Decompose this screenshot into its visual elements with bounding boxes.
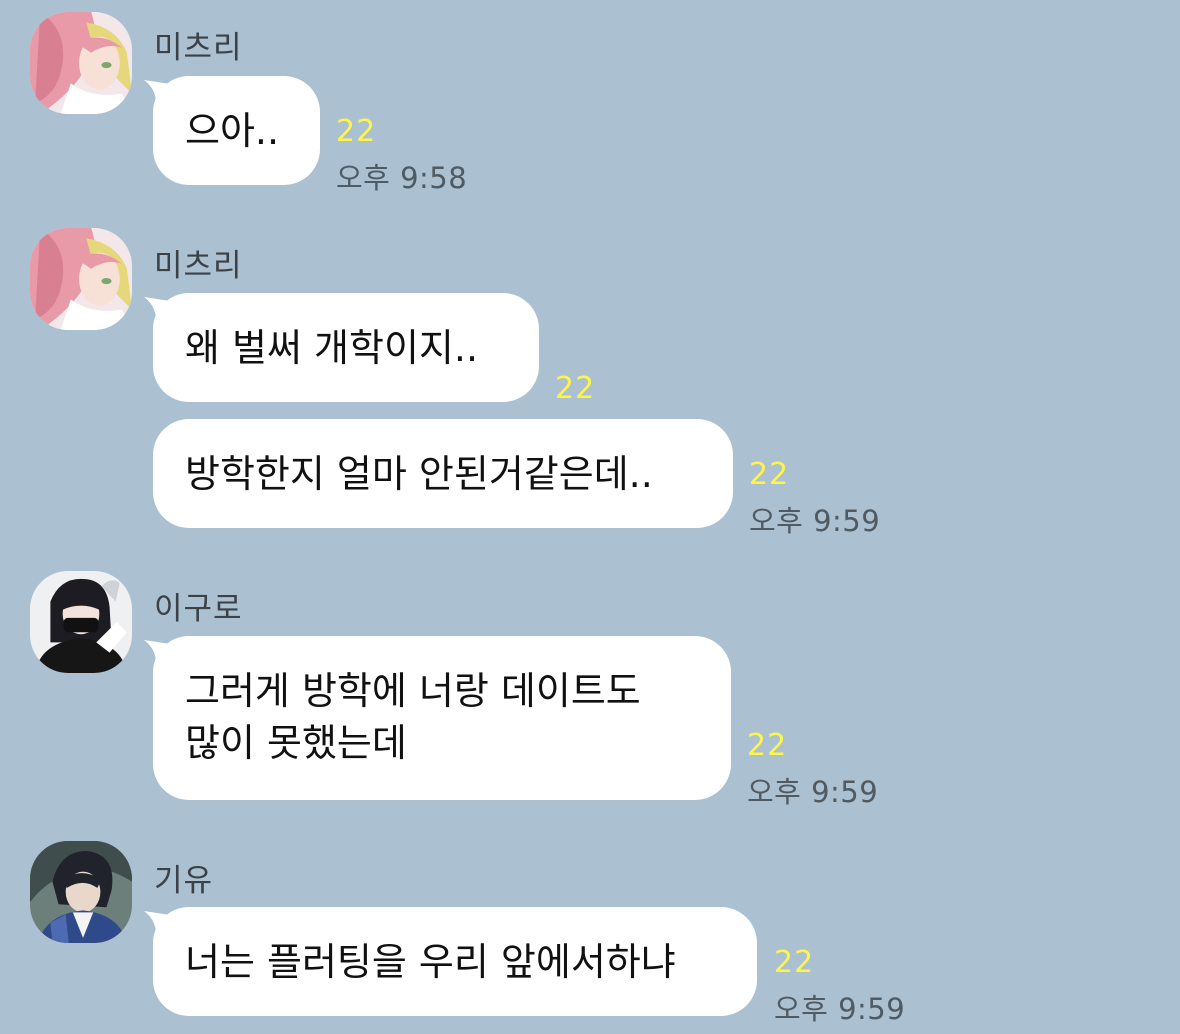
- message-bubble[interactable]: 방학한지 얼마 안된거같은데..: [153, 419, 733, 528]
- unread-count: 22: [747, 728, 788, 763]
- sender-name: 미츠리: [154, 248, 243, 284]
- avatar-mitsuri[interactable]: [30, 12, 132, 114]
- avatar-mitsuri[interactable]: [30, 228, 132, 330]
- message-bubble[interactable]: 으아..: [153, 76, 320, 185]
- unread-count: 22: [555, 371, 596, 406]
- message-bubble[interactable]: 그러게 방학에 너랑 데이트도 많이 못했는데: [153, 636, 731, 800]
- unread-count: 22: [749, 457, 790, 492]
- message-bubble[interactable]: 너는 플러팅을 우리 앞에서하냐: [153, 907, 757, 1016]
- sender-name: 기유: [154, 863, 214, 899]
- avatar-giyu[interactable]: [30, 841, 132, 943]
- unread-count: 22: [774, 945, 815, 980]
- message-time: 오후 9:59: [749, 504, 881, 538]
- message-bubble[interactable]: 왜 벌써 개학이지..: [153, 293, 539, 402]
- unread-count: 22: [336, 114, 377, 149]
- sender-name: 이구로: [154, 591, 243, 627]
- avatar-iguro[interactable]: [30, 571, 132, 673]
- message-time: 오후 9:59: [774, 992, 906, 1026]
- message-time: 오후 9:58: [336, 161, 468, 195]
- sender-name: 미츠리: [154, 30, 243, 66]
- message-time: 오후 9:59: [747, 775, 879, 809]
